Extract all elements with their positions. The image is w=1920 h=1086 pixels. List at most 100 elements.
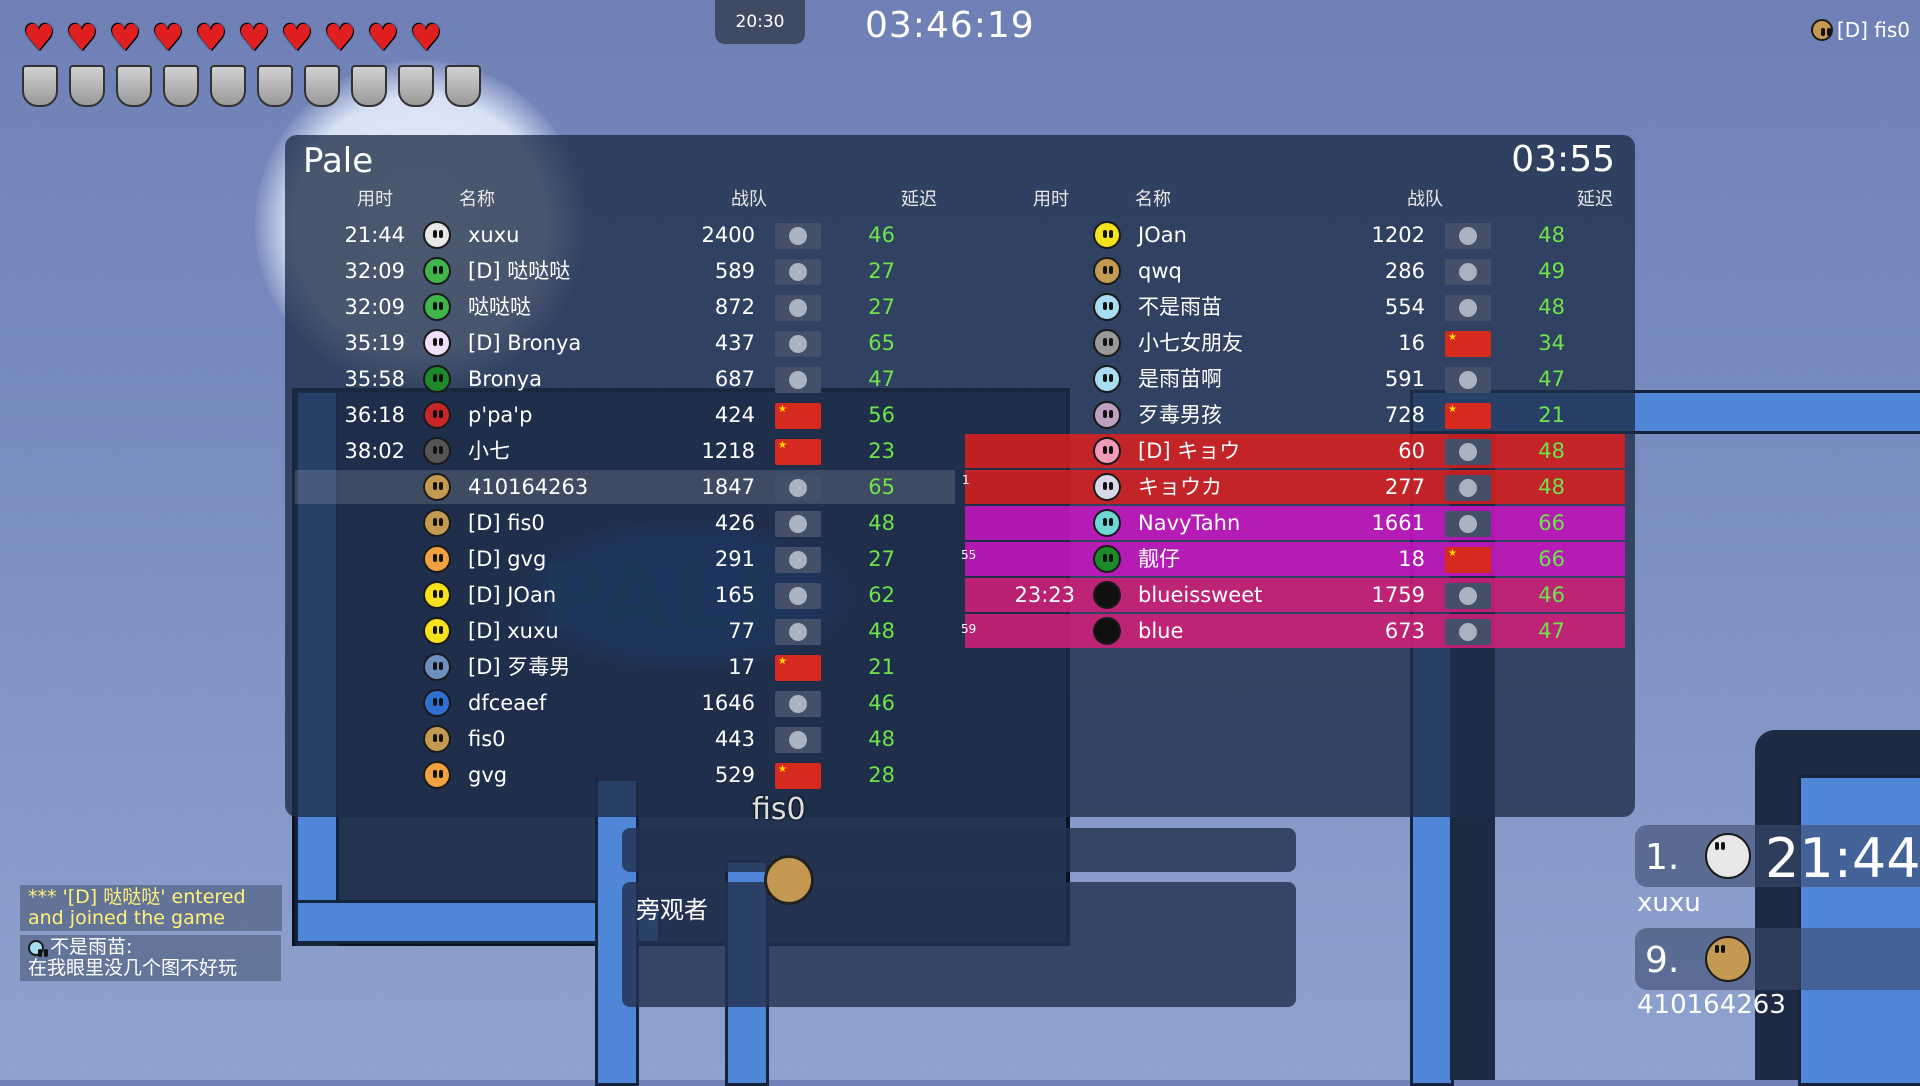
shield-icon [257,65,293,107]
player-ping: 66 [1538,511,1565,535]
shield-icon [445,65,481,107]
player-ping: 48 [1538,439,1565,463]
player-name: fis0 [468,727,506,751]
player-name: 靓仔 [1138,547,1180,571]
team-tag: 55 [961,548,977,562]
player-name: blueissweet [1138,583,1263,607]
player-score: 529 [714,763,755,787]
player-skin-icon [1093,401,1121,429]
player-score: 437 [714,331,755,355]
default-flag-icon [1445,367,1491,393]
player-ping: 47 [1538,619,1565,643]
spectator-bar [622,828,1296,872]
player-skin-icon [1093,581,1121,609]
player-row: 23:23 blueissweet 1759 46 [965,578,1625,612]
china-flag-icon [775,645,821,681]
default-flag-icon [1445,619,1491,645]
player-row: [D] 歹毒男 17 21 [295,645,955,684]
player-name: qwq [1138,259,1182,283]
player-score: 165 [714,583,755,607]
player-score: 77 [728,619,755,643]
chat-author-icon [28,939,48,957]
player-name: [D] JOan [468,583,557,607]
rank-self: 9. [1635,928,1920,990]
player-time: 32:09 [344,295,405,319]
player-score: 1202 [1371,223,1425,247]
spectated-player-name: [D] fis0 [1836,18,1910,42]
heart-icon: ♥ [366,18,400,59]
china-flag-icon [1445,393,1491,429]
spectator-panel: 旁观者 [622,882,1296,1007]
header-name-right: 名称 [1135,189,1171,210]
header-clan-right: 战队 [1407,189,1443,210]
player-skin-icon [423,365,451,393]
player-time: 35:19 [344,331,405,355]
player-skin-icon [1093,545,1121,573]
player-row: [D] JOan 165 62 [295,578,955,612]
player-skin-icon [423,689,451,717]
player-row: blue 673 47 [965,614,1625,648]
rank-self-position: 9. [1645,940,1680,981]
player-score: 1759 [1371,583,1425,607]
player-ping: 66 [1538,547,1565,571]
default-flag-icon [775,619,821,645]
player-name: 小七女朋友 [1138,331,1243,355]
header-ping-right: 延迟 [1577,189,1613,210]
player-name: 是雨苗啊 [1138,367,1222,391]
team-tag: 59 [961,622,977,636]
player-name: NavyTahn [1138,511,1241,535]
scoreboard-title: Pale [303,141,374,181]
header-ping-left: 延迟 [901,189,937,210]
shield-icon [116,65,152,107]
rank-first-name: xuxu [1637,888,1701,918]
player-score: 728 [1384,403,1425,427]
header-clan-left: 战队 [731,189,767,210]
player-skin-icon [1093,473,1121,501]
player-row: dfceaef 1646 46 [295,686,955,720]
default-flag-icon [775,331,821,357]
player-name: [D] Bronya [468,331,582,355]
rank-self-name: 410164263 [1637,990,1786,1020]
player-score: 554 [1384,295,1425,319]
player-ping: 62 [868,583,895,607]
player-skin-icon [423,509,451,537]
default-flag-icon [775,691,821,717]
player-time: 38:02 [344,439,405,463]
player-ping: 28 [868,763,895,787]
shield-icon [351,65,387,107]
default-flag-icon [775,727,821,753]
player-row: [D] キョウ 60 48 [965,434,1625,468]
player-row: [D] xuxu 77 48 [295,614,955,648]
player-skin-icon [423,401,451,429]
player-row: 410164263 1847 65 [295,470,955,504]
player-name: [D] 哒哒哒 [468,259,571,283]
player-skin-icon [1093,365,1121,393]
player-skin-icon [423,617,451,645]
player-ping: 48 [868,619,895,643]
shield-icon [163,65,199,107]
player-ping: 46 [868,223,895,247]
player-ping: 21 [868,655,895,679]
header-time-right: 用时 [1033,189,1069,210]
default-flag-icon [775,475,821,501]
player-score: 17 [728,655,755,679]
player-name: blue [1138,619,1184,643]
player-name: [D] 歹毒男 [468,655,571,679]
player-skin-icon [423,437,451,465]
player-tee-icon [1810,19,1833,41]
rank-self-tee-icon [1705,936,1751,982]
player-score: 591 [1384,367,1425,391]
china-flag-icon [1445,537,1491,573]
player-time: 36:18 [344,403,405,427]
player-score: 277 [1384,475,1425,499]
player-ping: 34 [1538,331,1565,355]
china-flag-icon [775,429,821,465]
default-flag-icon [775,367,821,393]
player-row: NavyTahn 1661 66 [965,506,1625,540]
armor-bar [22,65,481,107]
player-name: p'pa'p [468,403,533,427]
player-skin-icon [1093,293,1121,321]
heart-icon: ♥ [65,18,99,59]
player-row: 21:44 xuxu 2400 46 [295,218,955,252]
player-nameplate: fis0 [752,792,806,827]
